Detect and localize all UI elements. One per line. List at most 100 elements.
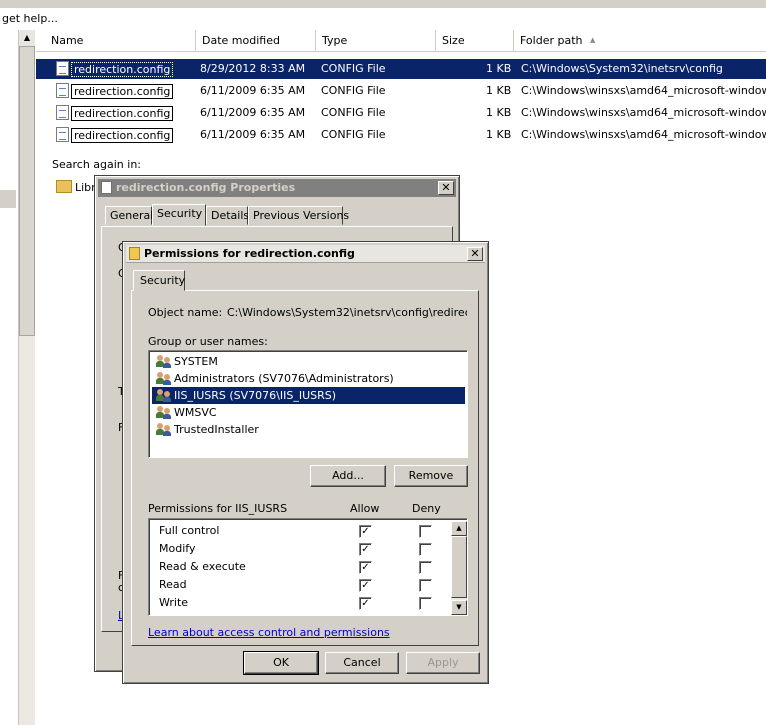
file-row[interactable]: redirection.config 6/11/2009 6:35 AM CON… bbox=[36, 125, 766, 145]
allow-checkbox[interactable]: ✓ bbox=[359, 597, 372, 610]
file-date: 6/11/2009 6:35 AM bbox=[200, 84, 306, 97]
allow-checkbox[interactable]: ✓ bbox=[359, 579, 372, 592]
permissions-security-panel: Object name: C:\Windows\System32\inetsrv… bbox=[131, 290, 479, 646]
file-row[interactable]: redirection.config 8/29/2012 8:33 AM CON… bbox=[36, 59, 766, 79]
deny-checkbox[interactable] bbox=[419, 561, 432, 574]
file-name[interactable]: redirection.config bbox=[71, 106, 174, 121]
permissions-for-label: Permissions for IIS_IUSRS bbox=[148, 502, 288, 515]
scroll-down-arrow-icon[interactable]: ▼ bbox=[451, 600, 467, 615]
tab-security[interactable]: Security bbox=[133, 270, 185, 291]
file-row[interactable]: redirection.config 6/11/2009 6:35 AM CON… bbox=[36, 103, 766, 123]
permissions-title: Permissions for redirection.config bbox=[144, 247, 355, 260]
tab-security[interactable]: Security bbox=[152, 204, 206, 226]
permission-name: Write bbox=[159, 596, 189, 609]
file-type: CONFIG File bbox=[321, 84, 386, 97]
user-group-icon bbox=[156, 423, 172, 436]
permissions-scrollbar[interactable]: ▲ ▼ bbox=[451, 521, 467, 615]
close-icon[interactable]: ✕ bbox=[467, 247, 483, 261]
config-file-icon bbox=[56, 61, 69, 76]
user-item-administrators[interactable]: Administrators (SV7076\Administrators) bbox=[152, 370, 465, 387]
allow-column-label: Allow bbox=[350, 502, 380, 515]
column-header-date-modified[interactable]: Date modified bbox=[196, 30, 316, 52]
file-size: 1 KB bbox=[486, 128, 512, 141]
deny-checkbox[interactable] bbox=[419, 597, 432, 610]
user-item-system[interactable]: SYSTEM bbox=[152, 353, 465, 370]
help-link[interactable]: get help... bbox=[2, 12, 58, 25]
cancel-button[interactable]: Cancel bbox=[325, 652, 399, 674]
file-size: 1 KB bbox=[486, 62, 512, 75]
remove-button[interactable]: Remove bbox=[394, 465, 468, 487]
column-header-type[interactable]: Type bbox=[316, 30, 436, 52]
help-bar bbox=[0, 8, 766, 30]
file-name[interactable]: redirection.config bbox=[71, 128, 174, 143]
user-item-wmsvc[interactable]: WMSVC bbox=[152, 404, 465, 421]
allow-checkbox[interactable]: ✓ bbox=[359, 561, 372, 574]
file-folder-path: C:\Windows\System32\inetsrv\config bbox=[521, 62, 723, 75]
file-date: 8/29/2012 8:33 AM bbox=[200, 62, 306, 75]
apply-button[interactable]: Apply bbox=[406, 652, 480, 674]
add-button[interactable]: Add... bbox=[310, 465, 386, 487]
user-name: WMSVC bbox=[174, 406, 217, 419]
permissions-titlebar[interactable]: Permissions for redirection.config ✕ bbox=[126, 245, 485, 263]
permission-row-full-control: Full control ✓ bbox=[159, 522, 449, 540]
deny-checkbox[interactable] bbox=[419, 579, 432, 592]
column-header-name[interactable]: Name bbox=[36, 30, 196, 52]
group-names-label: Group or user names: bbox=[148, 335, 268, 348]
tab-details[interactable]: Details bbox=[206, 206, 249, 225]
file-type: CONFIG File bbox=[321, 62, 386, 75]
properties-titlebar[interactable]: redirection.config Properties ✕ bbox=[98, 179, 456, 197]
tab-general[interactable]: General bbox=[105, 206, 153, 225]
allow-checkbox[interactable]: ✓ bbox=[359, 543, 372, 556]
learn-access-control-link[interactable]: Learn about access control and permissio… bbox=[148, 626, 390, 639]
scroll-up-arrow-icon[interactable]: ▲ bbox=[19, 30, 35, 46]
scrollbar-thumb[interactable] bbox=[451, 536, 467, 598]
scrollbar-thumb[interactable] bbox=[19, 46, 35, 336]
config-file-icon bbox=[101, 181, 112, 194]
file-name[interactable]: redirection.config bbox=[71, 62, 174, 77]
file-row[interactable]: redirection.config 6/11/2009 6:35 AM CON… bbox=[36, 81, 766, 101]
user-name: Administrators (SV7076\Administrators) bbox=[174, 372, 394, 385]
user-name: SYSTEM bbox=[174, 355, 218, 368]
allow-checkbox[interactable]: ✓ bbox=[359, 525, 372, 538]
user-item-iis-iusrs[interactable]: IIS_IUSRS (SV7076\IIS_IUSRS) bbox=[152, 387, 465, 404]
file-name[interactable]: redirection.config bbox=[71, 84, 174, 99]
file-size: 1 KB bbox=[486, 106, 512, 119]
deny-checkbox[interactable] bbox=[419, 525, 432, 538]
file-date: 6/11/2009 6:35 AM bbox=[200, 128, 306, 141]
config-file-icon bbox=[56, 127, 69, 142]
close-icon[interactable]: ✕ bbox=[438, 181, 454, 195]
file-folder-path: C:\Windows\winsxs\amd64_microsoft-window… bbox=[521, 106, 766, 119]
navigation-selected-item[interactable] bbox=[0, 190, 16, 208]
search-again-label: Search again in: bbox=[52, 158, 142, 171]
tab-previous-versions[interactable]: Previous Versions bbox=[248, 206, 349, 225]
navigation-scrollbar[interactable]: ▲ bbox=[18, 30, 35, 725]
permission-row-write: Write ✓ bbox=[159, 594, 449, 612]
file-folder-path: C:\Windows\winsxs\amd64_microsoft-window… bbox=[521, 84, 766, 97]
permission-row-read-execute: Read & execute ✓ bbox=[159, 558, 449, 576]
file-type: CONFIG File bbox=[321, 128, 386, 141]
properties-title: redirection.config Properties bbox=[116, 181, 296, 194]
permission-name: Full control bbox=[159, 524, 220, 537]
file-date: 6/11/2009 6:35 AM bbox=[200, 106, 306, 119]
libraries-folder-icon[interactable] bbox=[56, 180, 72, 193]
menu-strip bbox=[0, 0, 766, 8]
group-user-listbox[interactable]: SYSTEM Administrators (SV7076\Administra… bbox=[148, 350, 468, 458]
user-group-icon bbox=[156, 406, 172, 419]
object-name-label: Object name: bbox=[148, 306, 223, 319]
user-item-trustedinstaller[interactable]: TrustedInstaller bbox=[152, 421, 465, 438]
config-file-icon bbox=[56, 83, 69, 98]
user-group-icon bbox=[156, 372, 172, 385]
permission-row-modify: Modify ✓ bbox=[159, 540, 449, 558]
file-folder-path: C:\Windows\winsxs\amd64_microsoft-window… bbox=[521, 128, 766, 141]
folder-icon bbox=[129, 247, 140, 260]
scroll-up-arrow-icon[interactable]: ▲ bbox=[451, 521, 467, 536]
column-header-size[interactable]: Size bbox=[436, 30, 514, 52]
column-header-folder-path[interactable]: Folder path ▲ bbox=[514, 30, 766, 52]
libraries-link[interactable]: Libr bbox=[75, 181, 96, 194]
deny-checkbox[interactable] bbox=[419, 543, 432, 556]
user-name: IIS_IUSRS (SV7076\IIS_IUSRS) bbox=[174, 389, 337, 402]
sort-ascending-icon: ▲ bbox=[590, 36, 596, 44]
permission-row-read: Read ✓ bbox=[159, 576, 449, 594]
ok-button[interactable]: OK bbox=[243, 651, 319, 675]
user-name: TrustedInstaller bbox=[174, 423, 259, 436]
